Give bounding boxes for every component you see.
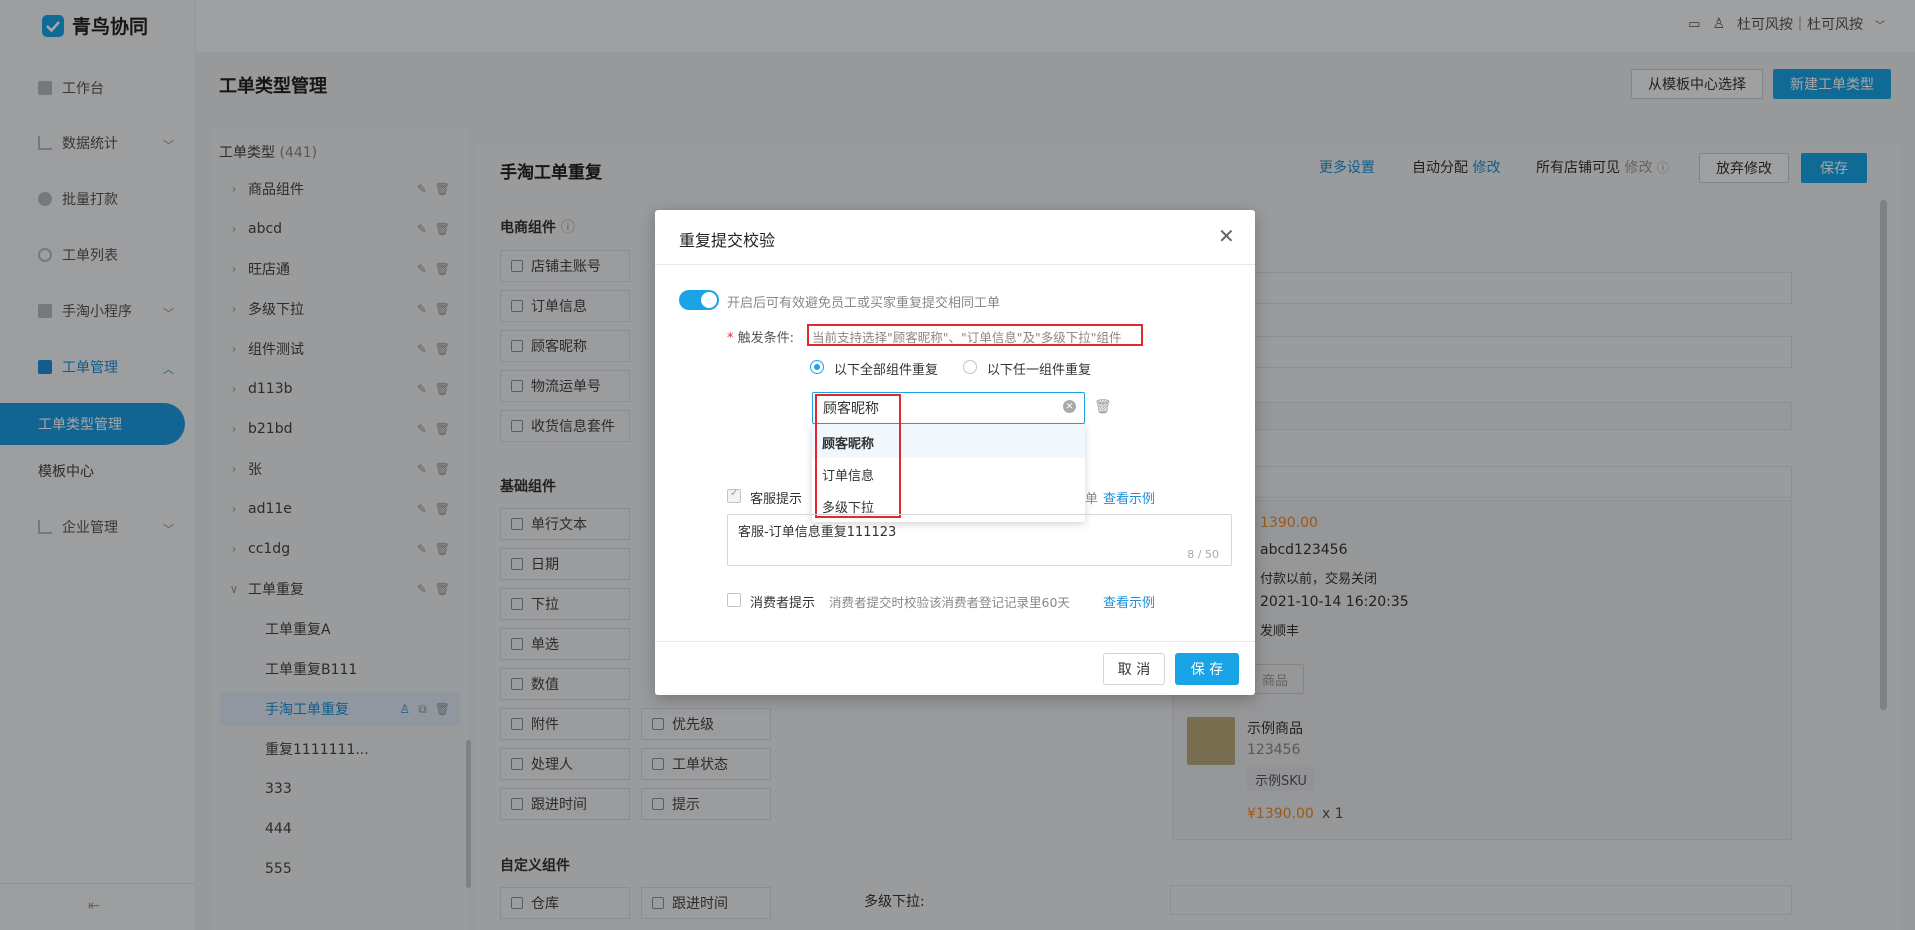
trigger-label: * 触发条件: bbox=[727, 327, 794, 346]
consumer-view-example-link[interactable]: 查看示例 bbox=[1103, 592, 1155, 611]
consumer-tip-label: 消费者提示 bbox=[750, 596, 816, 611]
cs-tip-textarea[interactable]: 客服-订单信息重复111123 8 / 50 bbox=[727, 514, 1232, 566]
cs-tip-checkbox[interactable]: ✓ bbox=[727, 488, 741, 503]
char-counter: 8 / 50 bbox=[1187, 548, 1219, 561]
cs-view-example-link[interactable]: 查看示例 bbox=[1103, 488, 1155, 507]
required-mark: * bbox=[727, 331, 734, 346]
dialog-divider bbox=[655, 264, 1255, 265]
toggle-description: 开启后可有效避免员工或买家重复提交相同工单 bbox=[727, 296, 1001, 311]
options-highlight-box bbox=[815, 394, 901, 518]
enable-toggle[interactable] bbox=[679, 290, 719, 310]
check-icon: ✓ bbox=[730, 488, 739, 499]
radio-all-label[interactable]: 以下全部组件重复 bbox=[834, 359, 938, 378]
close-icon[interactable]: ✕ bbox=[1218, 224, 1235, 248]
radio-all-components[interactable] bbox=[810, 360, 824, 374]
cs-tip-hint: 单 bbox=[1085, 492, 1099, 507]
dialog-save-button[interactable]: 保 存 bbox=[1175, 653, 1239, 685]
trigger-label-text: 触发条件: bbox=[737, 331, 795, 346]
radio-any-label[interactable]: 以下任一组件重复 bbox=[987, 359, 1091, 378]
radio-any-component[interactable] bbox=[963, 360, 977, 374]
consumer-tip-checkbox[interactable] bbox=[727, 593, 741, 607]
cs-tip-label: 客服提示 bbox=[750, 492, 803, 507]
dialog-title: 重复提交校验 bbox=[679, 231, 776, 250]
delete-icon[interactable]: 🗑 bbox=[1094, 399, 1112, 415]
dialog-footer-divider bbox=[655, 641, 1255, 642]
textarea-value: 客服-订单信息重复111123 bbox=[738, 525, 897, 540]
trigger-hint: 当前支持选择"顾客昵称"、"订单信息"及"多级下拉"组件 bbox=[812, 330, 1122, 345]
consumer-tip-hint: 消费者提交时校验该消费者登记记录里60天 bbox=[829, 595, 1070, 610]
duplicate-check-dialog: 重复提交校验 ✕ 开启后可有效避免员工或买家重复提交相同工单 * 触发条件: 当… bbox=[655, 210, 1255, 695]
clear-icon[interactable]: ✕ bbox=[1063, 400, 1076, 413]
cancel-button[interactable]: 取 消 bbox=[1103, 653, 1165, 685]
